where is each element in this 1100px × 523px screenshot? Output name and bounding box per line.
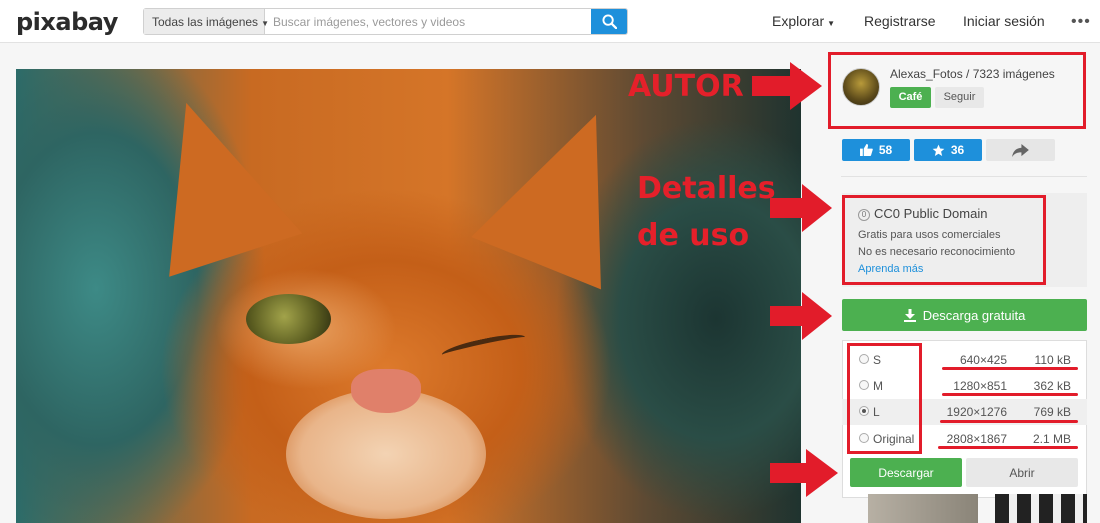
annotation-underline xyxy=(940,420,1078,423)
thumbs-up-icon xyxy=(859,144,873,156)
favorite-button[interactable]: 36 xyxy=(914,139,982,161)
divider xyxy=(841,176,1087,177)
size-dimensions: 640×425 xyxy=(959,353,1007,367)
nav-iniciar-sesion[interactable]: Iniciar sesión xyxy=(963,13,1045,29)
descargar-button[interactable]: Descargar xyxy=(850,458,962,487)
annotation-underline xyxy=(942,367,1078,370)
cat-ear-right xyxy=(471,88,661,290)
annotation-underline xyxy=(942,393,1078,396)
size-dimensions: 1920×1276 xyxy=(946,405,1007,419)
search-bar: Todas las imágenes ▼ xyxy=(143,8,628,35)
arrow-right-icon xyxy=(770,292,832,340)
cat-eye xyxy=(246,294,331,344)
nav-explorar-label: Explorar xyxy=(772,13,825,29)
favorite-count: 36 xyxy=(950,143,965,157)
download-icon xyxy=(903,308,916,322)
annotation-underline xyxy=(938,446,1078,449)
size-dimensions: 1280×851 xyxy=(953,379,1007,393)
nav-registrarse[interactable]: Registrarse xyxy=(864,13,936,29)
share-button[interactable] xyxy=(986,139,1055,161)
arrow-right-icon xyxy=(770,449,838,497)
abrir-button[interactable]: Abrir xyxy=(966,458,1078,487)
related-thumbnail[interactable] xyxy=(868,494,978,523)
size-filesize: 362 kB xyxy=(1033,379,1071,393)
related-thumbnail[interactable] xyxy=(995,494,1087,523)
search-scope-label: Todas las imágenes xyxy=(152,15,259,29)
size-dimensions: 2808×1867 xyxy=(946,432,1007,446)
pixabay-logo[interactable]: pixabay xyxy=(16,8,118,36)
main-photo[interactable] xyxy=(16,69,801,523)
like-count: 58 xyxy=(878,143,893,157)
free-download-button[interactable]: Descarga gratuita xyxy=(842,299,1087,331)
size-filesize: 110 kB xyxy=(1034,353,1071,367)
size-filesize: 2.1 MB xyxy=(1032,432,1071,446)
search-button[interactable] xyxy=(591,9,627,34)
arrow-right-icon xyxy=(752,62,822,110)
cat-winking-eye xyxy=(440,330,527,362)
annotation-detalles: Detalles xyxy=(637,171,776,206)
annotation-box-author xyxy=(828,52,1086,129)
like-button[interactable]: 58 xyxy=(842,139,910,161)
chevron-down-icon: ▼ xyxy=(827,19,836,28)
annotation-autor: AUTOR xyxy=(628,69,744,104)
cat-nose xyxy=(351,369,421,413)
size-filesize: 769 kB xyxy=(1033,405,1071,419)
search-icon xyxy=(601,14,617,29)
annotation-de-uso: de uso xyxy=(637,218,750,253)
star-icon xyxy=(932,144,945,156)
free-download-label: Descarga gratuita xyxy=(922,307,1026,323)
search-scope-dropdown[interactable]: Todas las imágenes ▼ xyxy=(144,9,269,34)
annotation-box-license xyxy=(842,195,1046,285)
nav-explorar[interactable]: Explorar ▼ xyxy=(772,13,835,29)
more-menu-icon[interactable]: ••• xyxy=(1071,13,1091,31)
cat-ear-left xyxy=(119,81,303,277)
annotation-box-sizes xyxy=(847,343,922,454)
top-bar: pixabay Todas las imágenes▼ Explorar▼ Re… xyxy=(0,0,1100,43)
search-input[interactable] xyxy=(265,9,591,34)
share-arrow-icon xyxy=(1012,143,1029,157)
arrow-right-icon xyxy=(770,184,832,232)
